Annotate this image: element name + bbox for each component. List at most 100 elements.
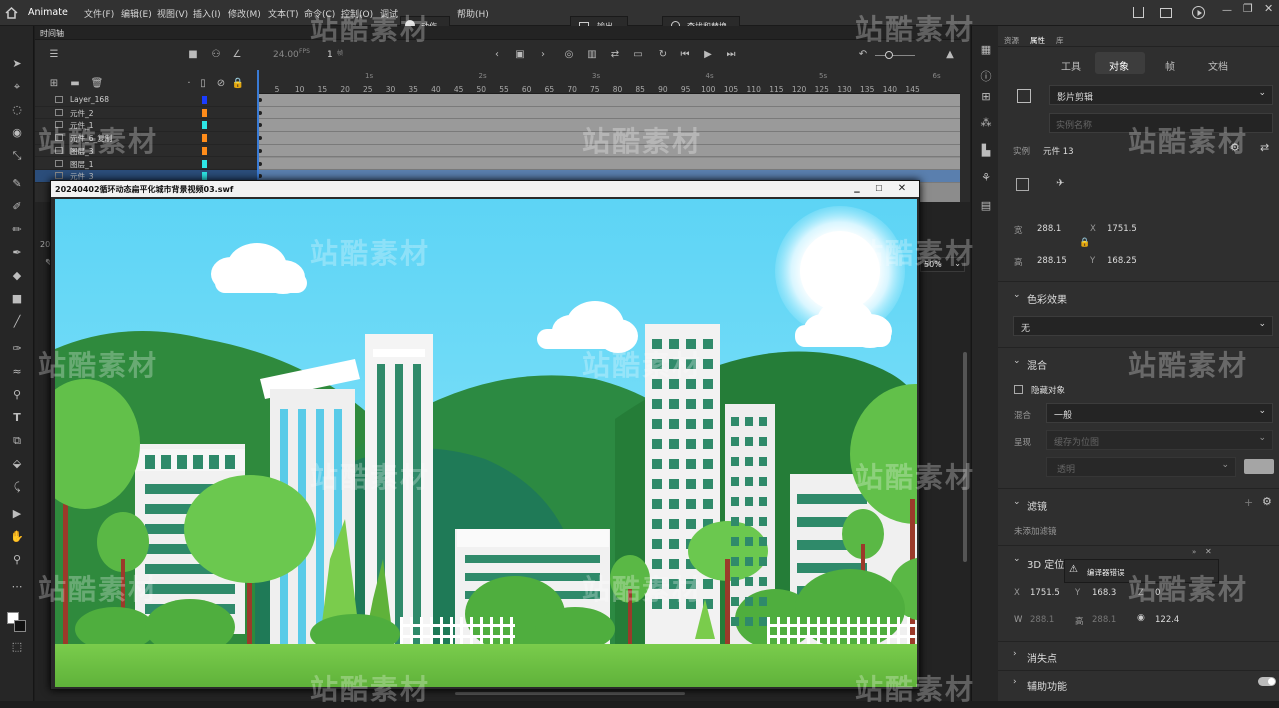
color-effect-title[interactable]: 色彩效果	[1027, 291, 1067, 306]
next-keyframe-icon[interactable]: ›	[536, 48, 550, 62]
selection-tool-icon[interactable]: ➤	[8, 55, 26, 73]
render-dropdown[interactable]: 缓存为位图 ⌄	[1046, 430, 1273, 450]
hand-tool-icon[interactable]: ✋	[8, 528, 26, 546]
blend-chevron-icon[interactable]: ⌄	[1013, 356, 1021, 366]
paint-brush-tool-icon[interactable]: ✐	[8, 198, 26, 216]
filter-chevron-icon[interactable]: ⌄	[1013, 497, 1021, 507]
position-icon-a[interactable]	[1016, 178, 1029, 191]
asset-warp-tool-icon[interactable]: ⧉	[8, 432, 26, 450]
components-icon[interactable]: ⚘	[977, 169, 995, 187]
fluid-brush-tool-icon[interactable]: ✏	[8, 221, 26, 239]
filter-settings-icon[interactable]: ⚙	[1262, 495, 1272, 508]
layer-color-swatch[interactable]	[202, 96, 207, 104]
subtab-frame[interactable]: 帧	[1165, 58, 1175, 73]
prev-keyframe-icon[interactable]: ‹	[490, 48, 504, 62]
pen-tool-icon[interactable]: ✑	[8, 340, 26, 358]
close-app-icon[interactable]: ✕	[1264, 2, 1273, 15]
layer-row[interactable]: 元件_1	[35, 119, 257, 133]
menu-modify[interactable]: 修改(M)	[228, 7, 261, 20]
align-icon[interactable]: ⊞	[977, 88, 995, 106]
new-layer-icon[interactable]: ⊞	[47, 77, 61, 91]
compiler-error-panel[interactable]: ⚠ 编译器错误	[1064, 559, 1219, 583]
fps-value[interactable]: 24.00	[273, 50, 299, 60]
transform-tool-icon[interactable]: ⤡	[8, 147, 26, 165]
3d-rotation-tool-icon[interactable]: ◉	[8, 124, 26, 142]
camera-icon[interactable]: ■	[186, 48, 200, 62]
eraser-tool-icon[interactable]: ◆	[8, 267, 26, 285]
menu-commands[interactable]: 命令(C)	[304, 7, 335, 20]
motion-presets-icon[interactable]: ▙	[977, 142, 995, 160]
play-icon[interactable]: ▶	[701, 48, 715, 62]
layer-row[interactable]: 元件_2	[35, 107, 257, 120]
lock-ratio-icon[interactable]: 🔒	[1079, 238, 1090, 248]
vanish-chevron-icon[interactable]: ›	[1013, 649, 1017, 659]
line-tool-icon[interactable]: ╱	[8, 313, 26, 331]
filter-title[interactable]: 滤镜	[1027, 498, 1047, 513]
timeline-zoom-slider[interactable]	[875, 51, 915, 59]
3d-position-title[interactable]: 3D 定位	[1027, 556, 1064, 571]
3d-y-value[interactable]: 168.3	[1092, 588, 1116, 598]
eyedropper-tool-icon[interactable]: ⤹	[8, 478, 26, 496]
go-to-first-frame-icon[interactable]: ⏮	[678, 48, 692, 62]
menu-view[interactable]: 视图(V)	[157, 7, 188, 20]
frame-strip[interactable]	[257, 106, 960, 120]
layer-color-swatch[interactable]	[202, 172, 207, 181]
menu-text[interactable]: 文本(T)	[268, 7, 299, 20]
3d-z-value[interactable]: 0	[1155, 588, 1160, 598]
hide-object-checkbox[interactable]	[1014, 385, 1023, 394]
tab-library[interactable]: 库	[1056, 35, 1064, 46]
position-icon-b[interactable]: ✈	[1056, 178, 1069, 191]
vanishing-point-title[interactable]: 消失点	[1027, 650, 1057, 665]
layer-row[interactable]: 元件_6_复制	[35, 132, 257, 145]
color-icon[interactable]: ⁂	[977, 114, 995, 132]
assist-chevron-icon[interactable]: ›	[1013, 677, 1017, 687]
color-effect-dropdown[interactable]: 无 ⌄	[1013, 316, 1273, 336]
tab-assets[interactable]: 资源	[1004, 35, 1019, 46]
subtab-document[interactable]: 文档	[1208, 58, 1228, 73]
layer-color-swatch[interactable]	[202, 159, 207, 168]
frame-strip[interactable]	[257, 144, 960, 158]
new-folder-icon[interactable]: ▬	[68, 77, 82, 91]
minimize-app-icon[interactable]: —	[1222, 5, 1232, 16]
loop-icon[interactable]: ↻	[656, 48, 670, 62]
instance-name-input[interactable]: 实例名称	[1049, 113, 1273, 133]
snap-icon[interactable]: ⬚	[8, 638, 26, 656]
menu-help[interactable]: 帮助(H)	[457, 7, 489, 20]
y-value[interactable]: 168.25	[1107, 256, 1137, 266]
layer-row[interactable]: Layer_168	[35, 94, 257, 107]
symbol-type-dropdown[interactable]: 影片剪辑 ⌄	[1049, 85, 1273, 105]
zoom-out-mountains-icon[interactable]: ▲	[943, 48, 957, 62]
layer-row[interactable]: 图层_1	[35, 158, 257, 171]
test-movie-icon[interactable]	[1192, 6, 1205, 19]
zoom-dropdown[interactable]: 50% ⌄	[920, 257, 965, 272]
delete-layer-icon[interactable]: 🗑	[90, 77, 104, 91]
stage-vertical-scrollbar[interactable]	[963, 352, 967, 562]
stage-horizontal-scrollbar[interactable]	[455, 692, 685, 695]
workspace-icon[interactable]	[1160, 8, 1172, 18]
color-effect-chevron-icon[interactable]: ⌄	[1013, 290, 1021, 300]
frame-ruler[interactable]: 5 10 15 20 25 30 35 40 45 50 55 60 65 70 75 80 85 90 95 100…	[257, 70, 960, 94]
error-panel-close-icon[interactable]: ✕	[1205, 547, 1212, 556]
history-icon[interactable]: ▤	[977, 197, 995, 215]
graph-icon[interactable]: ∠	[230, 48, 244, 62]
info-icon[interactable]: ⓘ	[977, 68, 995, 86]
insert-keyframe-icon[interactable]: ▣	[513, 48, 527, 62]
width-tool-icon[interactable]: ≈	[8, 363, 26, 381]
lasso-tool-icon[interactable]: ◌	[8, 101, 26, 119]
tab-properties[interactable]: 属性	[1030, 35, 1045, 46]
go-to-last-frame-icon[interactable]: ⏭	[724, 48, 738, 62]
subtab-tool[interactable]: 工具	[1061, 58, 1081, 73]
swf-close-icon[interactable]: ✕	[891, 182, 913, 196]
layer-color-swatch[interactable]	[202, 134, 207, 143]
x-value[interactable]: 1751.5	[1107, 224, 1137, 234]
library-icon[interactable]: ▦	[977, 41, 995, 59]
onion-skin-icon[interactable]: ◎	[562, 48, 576, 62]
layer-parenting-icon[interactable]: ⚇	[209, 48, 223, 62]
pencil-tool-icon[interactable]: ✒	[8, 244, 26, 262]
error-panel-collapse-icon[interactable]: »	[1192, 548, 1196, 556]
layer-color-swatch[interactable]	[202, 146, 207, 155]
background-color-swatch[interactable]	[1244, 459, 1274, 474]
menu-edit[interactable]: 编辑(E)	[121, 7, 152, 20]
swf-maximize-icon[interactable]: ☐	[868, 182, 890, 196]
width-value[interactable]: 288.1	[1037, 224, 1061, 234]
